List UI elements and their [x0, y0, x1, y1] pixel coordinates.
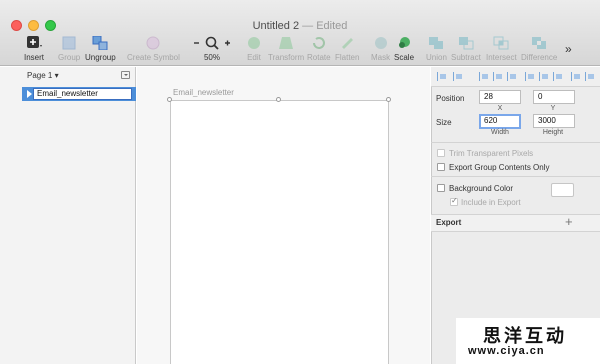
ungroup-icon: [92, 36, 108, 50]
x-sublabel: X: [497, 105, 503, 112]
window-title: Untitled 2 — Edited: [0, 20, 600, 32]
zoom-level: 50%: [203, 53, 220, 62]
rotate-button[interactable]: Rotate: [307, 36, 331, 62]
chevron-double-right-icon: »: [565, 42, 572, 56]
divider: [431, 176, 600, 177]
resize-handle[interactable]: [167, 97, 172, 102]
layers-panel: [0, 67, 136, 364]
transform-button[interactable]: Transform: [268, 36, 304, 62]
difference-button[interactable]: Difference: [521, 36, 557, 62]
trim-transparent-checkbox[interactable]: [437, 149, 445, 157]
flatten-label: Flatten: [335, 53, 360, 62]
edited-status: — Edited: [302, 20, 348, 32]
intersect-button[interactable]: Intersect: [486, 36, 517, 62]
align-bottom-icon[interactable]: [553, 72, 563, 81]
ungroup-label: Ungroup: [85, 53, 116, 62]
subtract-label: Subtract: [451, 53, 481, 62]
background-color-well[interactable]: [551, 183, 574, 197]
rotate-icon: [312, 37, 325, 49]
mask-label: Mask: [371, 53, 391, 62]
include-in-export-checkbox[interactable]: [450, 196, 458, 206]
layer-row-selected[interactable]: Email_newsletter: [22, 87, 136, 101]
align-center-icon[interactable]: [493, 72, 503, 81]
artboard[interactable]: [170, 100, 389, 364]
page-selector[interactable]: Page 1 ▾: [27, 71, 59, 80]
plus-icon: [27, 36, 42, 48]
add-export-button[interactable]: +: [565, 214, 573, 229]
intersect-label: Intersect: [486, 53, 517, 62]
union-button[interactable]: Union: [426, 36, 447, 62]
intersect-icon: [493, 36, 509, 50]
export-group-label: Export Group Contents Only: [449, 163, 550, 172]
scale-icon: [399, 37, 410, 48]
distribute-vertical-icon[interactable]: [571, 72, 581, 81]
subtract-icon: [458, 37, 474, 50]
position-label: Position: [436, 94, 465, 103]
background-color-checkbox[interactable]: [437, 184, 445, 192]
mask-button[interactable]: Mask: [371, 36, 390, 62]
symbol-icon: [146, 36, 160, 50]
scale-button[interactable]: Scale: [394, 36, 414, 62]
height-sublabel: Height: [542, 129, 564, 136]
include-in-export-label: Include in Export: [461, 198, 521, 207]
difference-label: Difference: [521, 53, 558, 62]
edit-label: Edit: [247, 53, 261, 62]
export-group-checkbox[interactable]: [437, 163, 445, 171]
alignment-toolbar: [431, 67, 600, 87]
layer-name-input[interactable]: Email_newsletter: [33, 88, 132, 100]
height-field[interactable]: 3000: [533, 114, 575, 128]
subtract-button[interactable]: Subtract: [451, 36, 481, 62]
align-top-icon[interactable]: [525, 72, 535, 81]
scale-label: Scale: [394, 53, 415, 62]
add-page-icon[interactable]: [121, 71, 130, 79]
align-left-edge-icon[interactable]: [479, 72, 489, 81]
disclosure-triangle-icon[interactable]: [27, 90, 32, 98]
transform-label: Transform: [268, 53, 305, 62]
resize-handle[interactable]: [276, 97, 281, 102]
ungroup-button[interactable]: Ungroup: [85, 36, 116, 62]
group-button[interactable]: Group: [58, 36, 80, 62]
union-icon: [429, 37, 444, 49]
x-position-field[interactable]: 28: [479, 90, 521, 104]
more-tools-button[interactable]: »: [565, 42, 572, 56]
align-left-icon[interactable]: [437, 72, 447, 81]
insert-label: Insert: [24, 53, 45, 62]
distribute-horizontal-icon[interactable]: [453, 72, 463, 81]
distribute-icon[interactable]: [585, 72, 595, 81]
size-label: Size: [436, 118, 452, 127]
align-middle-icon[interactable]: [539, 72, 549, 81]
union-label: Union: [426, 53, 447, 62]
export-header: Export: [436, 218, 462, 227]
create-symbol-label: Create Symbol: [127, 53, 180, 62]
create-symbol-button[interactable]: Create Symbol: [127, 36, 180, 62]
rotate-label: Rotate: [307, 53, 331, 62]
align-right-icon[interactable]: [507, 72, 517, 81]
artboard-label[interactable]: Email_newsletter: [173, 88, 234, 97]
zoom-icon: [194, 36, 230, 50]
group-icon: [62, 36, 76, 50]
y-position-field[interactable]: 0: [533, 90, 575, 104]
divider: [431, 142, 600, 143]
mask-icon: [374, 37, 387, 49]
watermark-url: www.ciya.cn: [468, 345, 545, 357]
flatten-icon: [342, 38, 354, 49]
group-label: Group: [58, 53, 81, 62]
edit-button[interactable]: Edit: [246, 36, 262, 62]
flatten-button[interactable]: Flatten: [335, 36, 359, 62]
background-color-label: Background Color: [449, 184, 514, 193]
width-sublabel: Width: [491, 129, 509, 136]
y-sublabel: Y: [550, 105, 556, 112]
resize-handle[interactable]: [386, 97, 391, 102]
trim-transparent-label: Trim Transparent Pixels: [449, 149, 534, 158]
document-title: Untitled 2: [252, 20, 300, 32]
zoom-control[interactable]: 50%: [192, 36, 232, 62]
edit-icon: [248, 37, 260, 49]
difference-icon: [532, 37, 547, 49]
transform-icon: [279, 37, 294, 49]
width-field[interactable]: 620: [479, 114, 521, 129]
insert-button[interactable]: Insert: [24, 36, 44, 62]
